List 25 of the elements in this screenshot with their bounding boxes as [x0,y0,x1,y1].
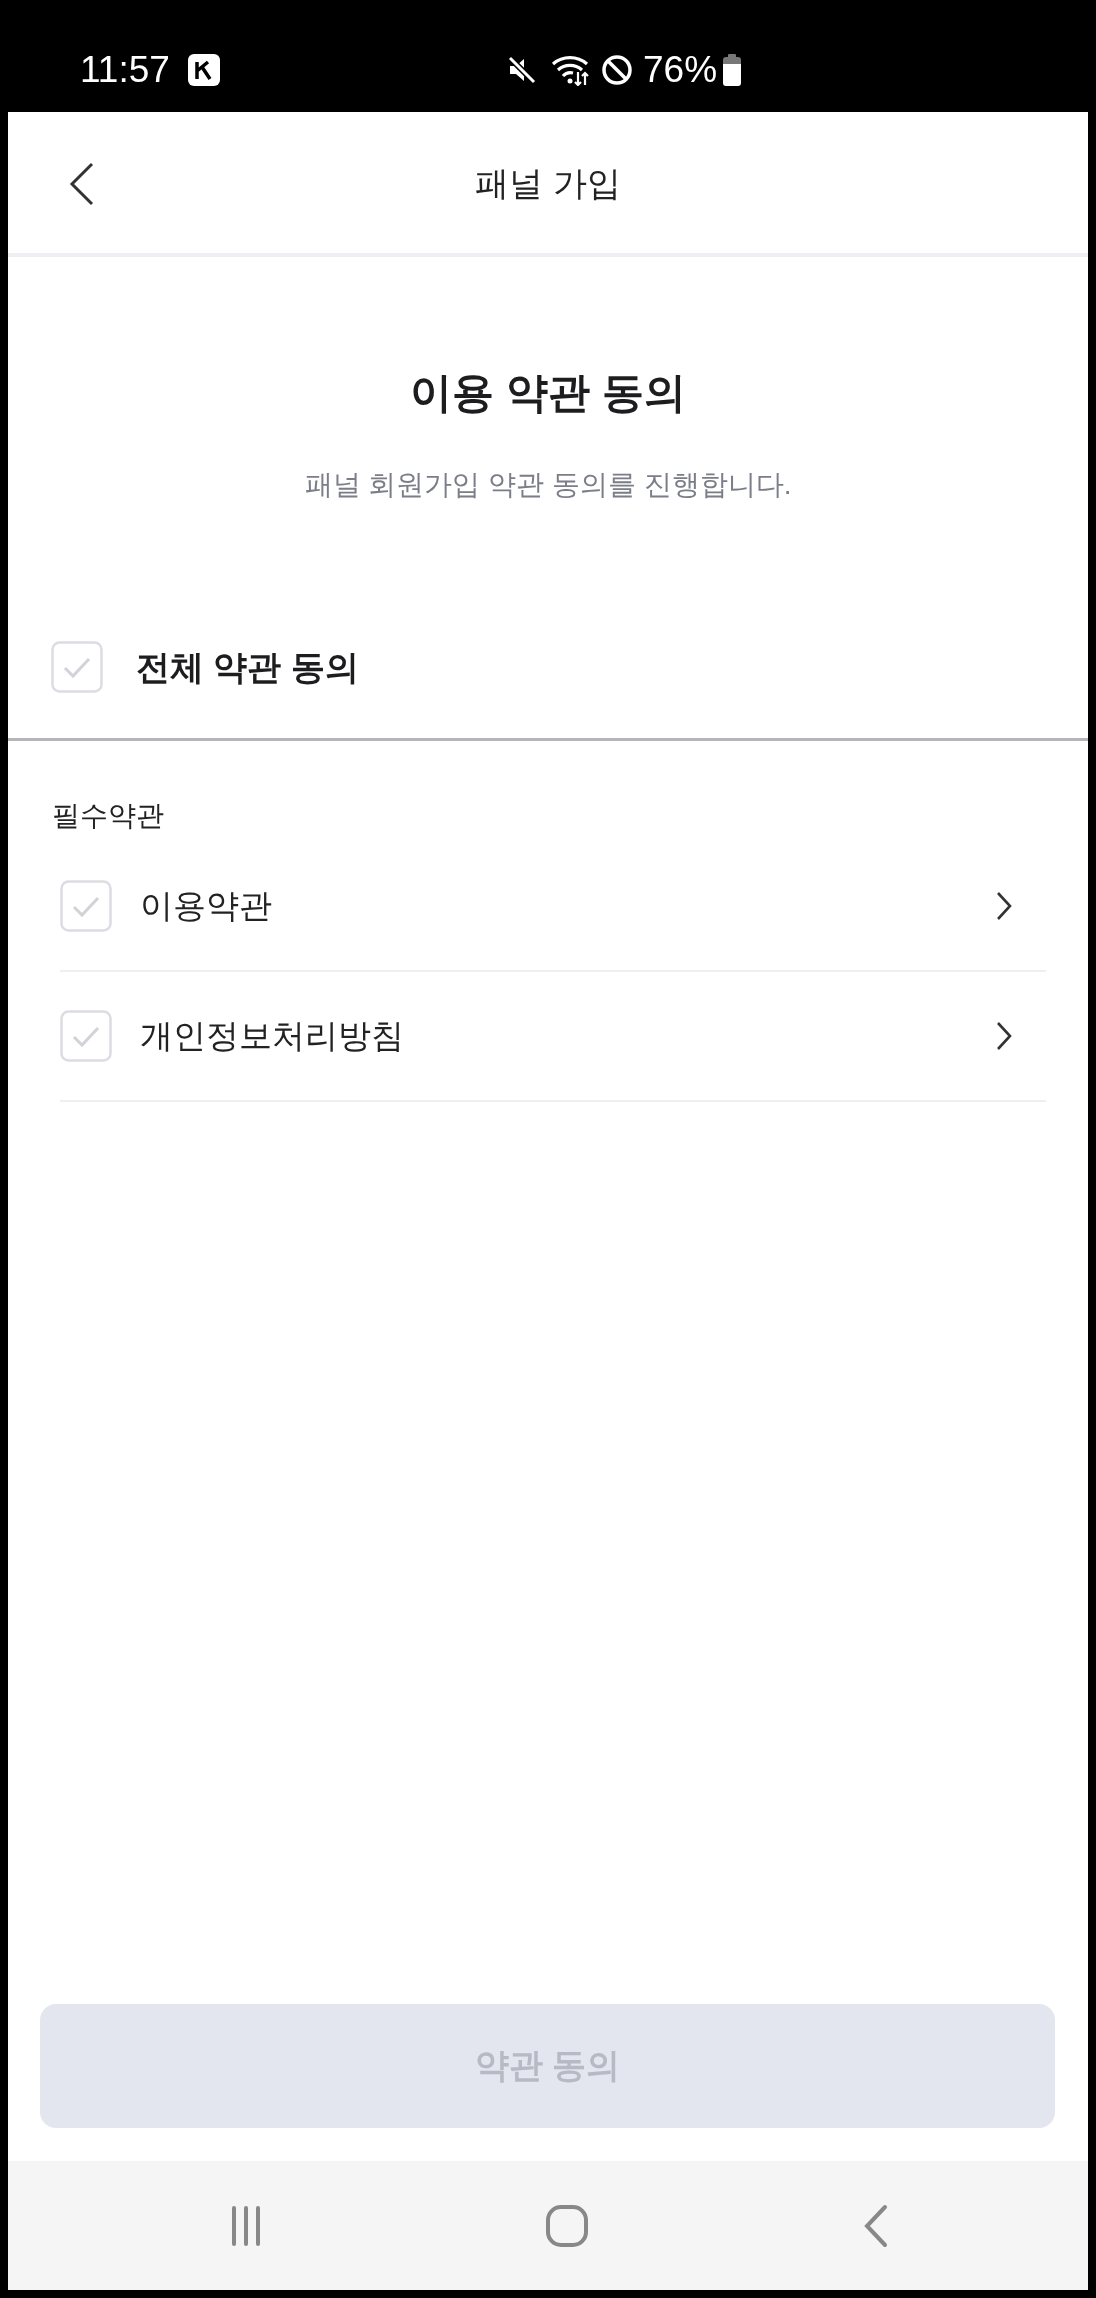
terms-label: 개인정보처리방침 [140,1016,405,1056]
chevron-right-icon[interactable] [996,1021,1012,1051]
mute-icon [507,55,537,85]
checkbox-icon[interactable] [60,880,112,932]
section-heading: 필수약관 [52,799,164,833]
header-title: 패널 가입 [475,162,621,204]
back-nav-icon[interactable] [863,2203,889,2248]
agree-all-option[interactable]: 전체 약관 동의 [8,622,1088,741]
chevron-right-icon[interactable] [996,891,1012,921]
terms-item[interactable]: 이용약관 [60,842,1046,972]
page-title: 이용 약관 동의 [410,368,686,418]
battery-icon [723,54,742,86]
terms-label: 이용약관 [140,886,273,926]
status-time: 11:57 [80,48,170,92]
terms-item[interactable]: 개인정보처리방침 [60,972,1046,1102]
page-subtitle: 패널 회원가입 약관 동의를 진행합니다. [304,468,792,502]
wifi-icon [551,54,591,86]
battery-percent: 76% [643,48,718,92]
checkbox-icon[interactable] [60,1010,112,1062]
checkbox-icon[interactable] [51,641,103,693]
back-icon [69,162,95,206]
agree-all-label: 전체 약관 동의 [136,647,359,688]
do-not-disturb-icon [601,54,633,86]
app-notification-icon [187,54,220,86]
home-icon[interactable] [545,2203,589,2248]
